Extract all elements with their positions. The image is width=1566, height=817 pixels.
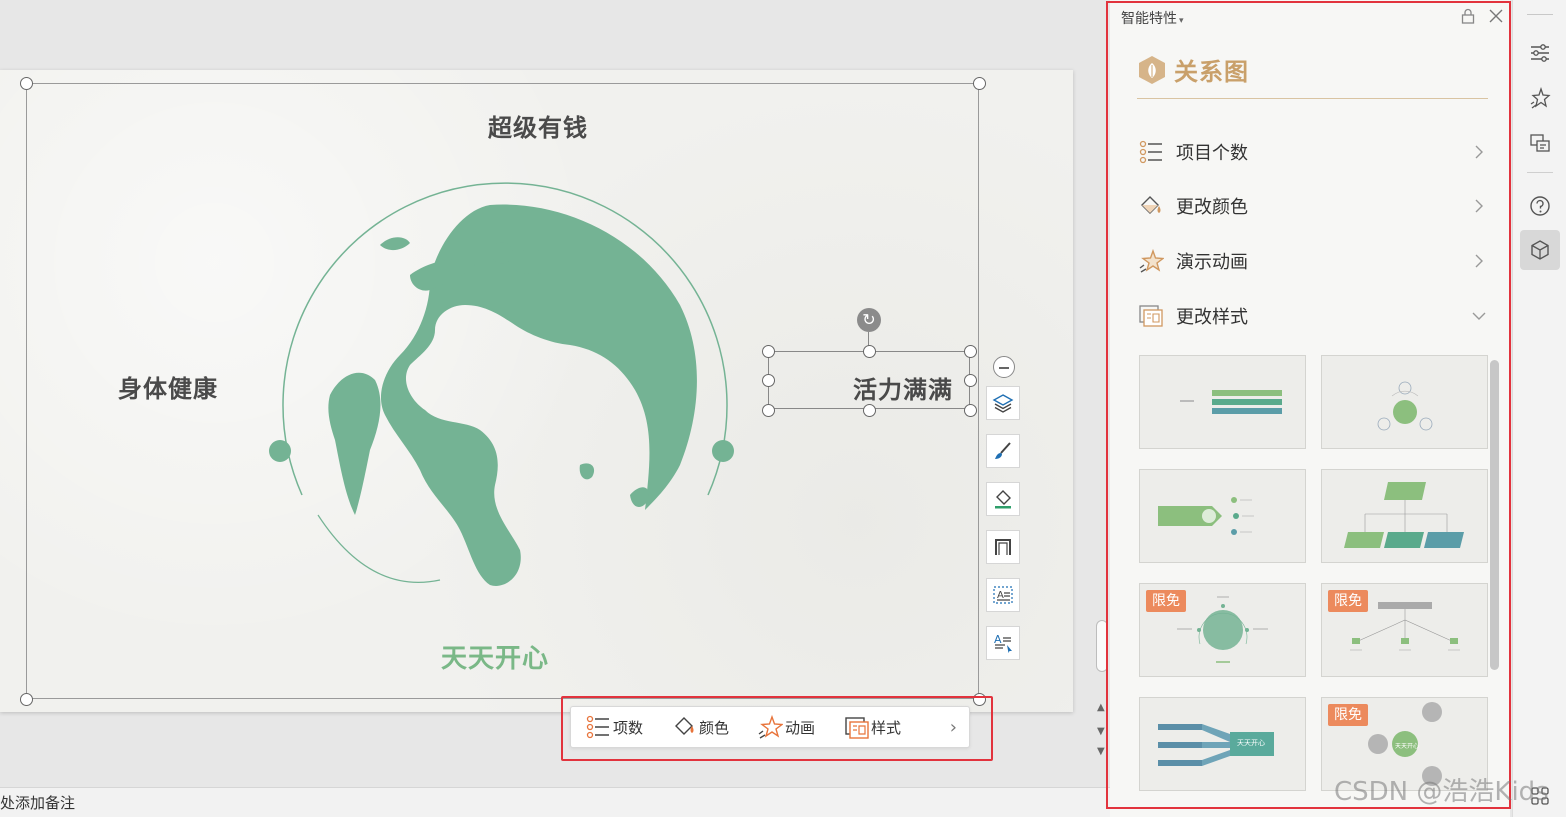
paint-bucket-icon [675,717,694,735]
scroll-down-icon[interactable]: ▼ [1097,726,1105,737]
scroll-up-icon[interactable]: ▲ [1097,702,1105,713]
ctx-item-count-label: 项数 [613,718,644,737]
notes-placeholder[interactable]: 处添加备注 [0,794,75,812]
fill-icon [995,490,1011,509]
rotate-handle[interactable]: ↻ [857,308,881,332]
textbox-selection-frame[interactable] [768,351,970,409]
node-label-top[interactable]: 超级有钱 [488,108,588,143]
textbox-handle-tl[interactable] [762,345,775,358]
layers-button[interactable] [986,386,1020,420]
rail-settings-button[interactable] [1520,33,1560,73]
resize-handle-bl[interactable] [20,693,33,706]
star-animation-icon [758,714,784,739]
rail-smart-feature-button[interactable] [1520,230,1560,270]
page-down-icon[interactable]: ▼ [1097,746,1105,757]
node-label-left[interactable]: 身体健康 [118,369,218,404]
ctx-item-count[interactable]: 项数 [585,714,643,740]
slide-editing-area[interactable]: 超级有钱 身体健康 活力满满 天天开心 ↻ A A 项数 颜色 动画 样式 › [0,0,1095,787]
textbox-handle-ml[interactable] [762,374,775,387]
node-label-bottom[interactable]: 天天开心 [441,638,549,675]
collapse-icon[interactable] [993,356,1015,378]
slide-canvas[interactable]: 超级有钱 身体健康 活力满满 天天开心 ↻ [0,70,1073,712]
textbox-handle-mr[interactable] [964,374,977,387]
layers-icon [992,394,1014,413]
textbox-handle-bm[interactable] [863,404,876,417]
textbox-handle-tr[interactable] [964,345,977,358]
ctx-item-color-label: 颜色 [699,718,730,737]
text-box-button[interactable]: A [986,578,1020,612]
rail-help-button[interactable] [1520,186,1560,226]
frame-icon [995,539,1011,555]
svg-text:A: A [997,590,1004,601]
chevron-right-icon[interactable]: › [950,717,957,738]
cube-icon [1531,240,1549,260]
ctx-item-animation[interactable]: 动画 [757,714,815,740]
star-icon [1530,87,1551,109]
help-icon [1530,196,1550,216]
text-style-button[interactable]: A [986,626,1020,660]
right-icon-rail [1512,0,1566,817]
settings-sliders-icon [1531,44,1549,62]
watermark-text: CSDN @浩浩Kids [1334,777,1549,807]
textbox-handle-br[interactable] [964,404,977,417]
context-toolbar: 项数 颜色 动画 样式 › [570,706,970,748]
resize-handle-tr[interactable] [973,77,986,90]
notes-bar[interactable]: 处添加备注 [0,787,1110,817]
ctx-item-style[interactable]: 样式 [843,714,901,740]
text-style-icon: A [994,633,1012,653]
rail-top-divider [1527,14,1553,15]
list-count-icon [586,715,609,739]
textbox-handle-tm[interactable] [863,345,876,358]
quick-tools-column: A A [986,352,1022,674]
text-box-icon: A [993,586,1013,604]
rail-animation-button[interactable] [1520,78,1560,118]
resize-handle-tl[interactable] [20,77,33,90]
ctx-item-animation-label: 动画 [785,718,816,737]
panel-highlight-outline [1106,1,1511,809]
rail-convert-button[interactable] [1520,123,1560,163]
svg-text:A: A [994,633,1002,646]
frame-button[interactable] [986,530,1020,564]
brush-button[interactable] [986,434,1020,468]
rail-divider [1527,172,1553,173]
globe-graphic[interactable] [260,165,750,595]
convert-icon [1530,134,1550,152]
brush-icon [995,442,1011,459]
textbox-handle-bl[interactable] [762,404,775,417]
ctx-item-style-label: 样式 [871,718,902,737]
style-layout-icon [845,717,869,739]
fill-button[interactable] [986,482,1020,516]
ctx-item-color[interactable]: 颜色 [671,714,729,740]
